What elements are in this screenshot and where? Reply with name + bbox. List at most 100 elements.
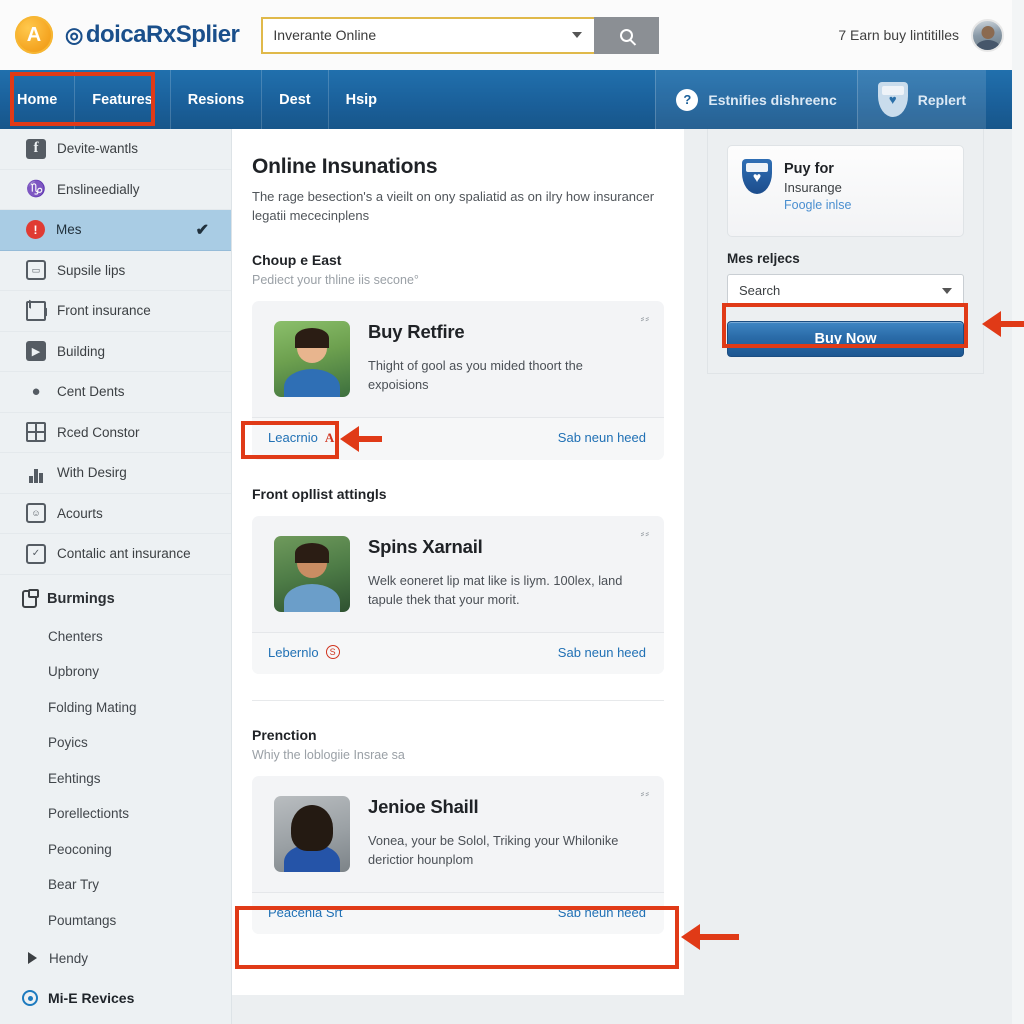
sidebar-subitem-poyics[interactable]: Poyics (0, 725, 231, 761)
card-title: Jenioe Shaill (368, 795, 479, 817)
sidebar-subitem-bear-try[interactable]: Bear Try (0, 867, 231, 903)
card-body: Jenioe Shaill Vonea, your be Solol, Trik… (252, 776, 664, 892)
sidebar-subitem-upbrony[interactable]: Upbrony (0, 654, 231, 690)
left-sidebar: f Devite-wantls ♑ Enslineedially ! Mes ✔… (0, 129, 232, 1024)
section-sub-3: Whiy the loblogiie Insrae sa (252, 747, 405, 762)
sidebar-subitem-porellectionts[interactable]: Porellectionts (0, 796, 231, 832)
nav-button-estnifies[interactable]: ? Estnifies dishreenc (655, 70, 857, 129)
card-corner-icon: ⸗⸗ (640, 312, 650, 325)
promo-text: Puy for Insurange Foogle inlse (784, 159, 851, 214)
sidebar-item-supsile-lips[interactable]: ▭ Supsile lips (0, 251, 231, 291)
chevron-down-icon[interactable] (572, 32, 583, 38)
clipboard-icon (22, 588, 39, 608)
account-icon: ☺ (26, 503, 46, 524)
card-body: Buy Retfire Thight of gool as you mided … (252, 301, 664, 417)
search-input[interactable]: Inverante Online (261, 16, 595, 54)
sidebar-group-burmings[interactable]: Burmings (0, 579, 231, 619)
target-icon (22, 990, 38, 1006)
section-heading-2: Front opllist attingls (252, 485, 387, 502)
sidebar-item-contalic-ant-insurance[interactable]: ✓ Contalic ant insurance (0, 534, 231, 575)
content-card[interactable]: ⸗⸗ Jenioe Shaill Vonea, your be Solol, T… (252, 775, 664, 934)
card-link-sab[interactable]: Sab neun heed (558, 905, 646, 920)
card-link-sab[interactable]: Sab neun heed (558, 430, 646, 445)
card-link-sab[interactable]: Sab neun heed (558, 645, 646, 660)
sidebar-subitem-peoconing[interactable]: Peoconing (0, 832, 231, 868)
sidebar-item-label: With Desirg (57, 465, 127, 481)
sidebar-subitem-eehtings[interactable]: Eehtings (0, 761, 231, 797)
sidebar-item-label: Contalic ant insurance (57, 546, 191, 562)
alert-icon: ! (26, 220, 45, 240)
card-title: Spins Xarnail (368, 535, 483, 557)
sidebar-item-mes[interactable]: ! Mes ✔ (0, 210, 231, 251)
nav-item-features[interactable]: Features (75, 70, 171, 129)
section-divider (252, 699, 664, 701)
sidebar-group-label: Burmings (47, 590, 115, 607)
sidebar-item-cent-dents[interactable]: ● Cent Dents (0, 372, 231, 413)
field-label: Mes reljecs (727, 251, 800, 266)
card-link-learn[interactable]: Lebernlo S (268, 645, 340, 660)
card-description: Thight of gool as you mided thoort the e… (368, 357, 583, 392)
sidebar-subitem-poumtangs[interactable]: Poumtangs (0, 903, 231, 939)
card-link-learn[interactable]: Peacenia Sŕt (268, 905, 342, 920)
content-card[interactable]: ⸗⸗ Buy Retfire Thight of gool as you mid… (252, 300, 664, 460)
chart-icon (26, 463, 46, 483)
card-link-learn[interactable]: Leacrnio A (268, 430, 334, 446)
forward-icon: ▶ (26, 341, 46, 362)
contract-icon: ✓ (26, 543, 46, 564)
promo-title: Puy for (784, 161, 834, 177)
nav-item-home[interactable]: Home (0, 70, 76, 129)
chevron-down-icon[interactable] (942, 287, 952, 294)
sidebar-item-label: Devite-wantls (57, 141, 139, 157)
search-bar[interactable]: Inverante Online (261, 16, 660, 54)
brand-name: doicaRxSplier (85, 21, 240, 48)
sidebar-subitem-folding-mating[interactable]: Folding Mating (0, 690, 231, 726)
sidebar-item-devite-wantls[interactable]: f Devite-wantls (0, 129, 231, 170)
nav-item-hsip[interactable]: Hsip (329, 70, 394, 129)
sidebar-item-label: Building (57, 343, 106, 359)
nav-left-group: Home Features Resions Dest Hsip (0, 70, 394, 129)
nav-button-replert[interactable]: ♥ Replert (856, 70, 986, 129)
card-title: Buy Retfire (368, 320, 465, 342)
promo-link[interactable]: Foogle inlse (784, 197, 851, 214)
top-header: A ◎ doicaRxSplier Inverante Online 7 Earn… (0, 0, 1024, 70)
nav-button-estnifies-label: Estnifies dishreenc (708, 91, 837, 108)
right-panel: ♥ Puy for Insurange Foogle inlse Mes rel… (707, 129, 984, 374)
tree-icon: ♑ (26, 181, 46, 199)
content-card[interactable]: ⸗⸗ Spins Xarnail Welk eoneret lip mat li… (252, 515, 664, 674)
section-heading-1: Choup e East (252, 251, 342, 268)
nav-item-resions[interactable]: Resions (171, 70, 263, 129)
search-button[interactable] (594, 16, 660, 54)
page-right-edge (1012, 0, 1024, 1024)
shield-icon: ♥ (742, 159, 772, 194)
card-text: Spins Xarnail Welk eoneret lip mat like … (368, 536, 646, 612)
question-mark-icon: ? (676, 88, 699, 111)
sidebar-item-with-desirg[interactable]: With Desirg (0, 453, 231, 494)
nav-item-dest[interactable]: Dest (262, 70, 329, 129)
user-label: 7 Earn buy lintitilles (838, 27, 959, 43)
promo-subtitle: Insurange (784, 180, 842, 195)
triangle-right-icon (28, 952, 37, 964)
buy-now-button[interactable]: Buy Now (727, 321, 964, 357)
card-text: Buy Retfire Thight of gool as you mided … (368, 321, 646, 397)
section-sub-1: Pediect your thline iis secone° (252, 272, 419, 287)
sidebar-subitem-chenters[interactable]: Chenters (0, 619, 231, 655)
sidebar-item-acourts[interactable]: ☺ Acourts (0, 494, 231, 534)
search-select[interactable]: Search (727, 274, 964, 307)
grid-icon (26, 422, 46, 443)
heart-icon: ♥ (877, 82, 908, 117)
sidebar-item-label: Enslineedially (57, 181, 140, 197)
sidebar-item-mi-e-revices[interactable]: Mi-E Revices (0, 978, 231, 1018)
person-photo-1 (274, 320, 350, 397)
sidebar-item-building[interactable]: ▶ Building (0, 332, 231, 372)
avatar[interactable] (971, 18, 1004, 52)
sidebar-item-front-insurance[interactable]: Front insurance (0, 291, 231, 332)
promo-card[interactable]: ♥ Puy for Insurange Foogle inlse (727, 145, 964, 237)
sidebar-expandable-hendy[interactable]: Hendy (0, 938, 231, 978)
sidebar-item-rced-constor[interactable]: Rced Constor (0, 413, 231, 453)
page-title: Online Insunations (252, 155, 438, 178)
page-subtitle: The rage besection's a vieilt on ony spa… (252, 189, 655, 223)
search-select-value: Search (739, 283, 781, 298)
sidebar-item-enslineedially[interactable]: ♑ Enslineedially (0, 170, 231, 210)
card-footer: Peacenia Sŕt Sab neun heed (252, 891, 664, 934)
search-input-value: Inverante Online (273, 27, 377, 43)
